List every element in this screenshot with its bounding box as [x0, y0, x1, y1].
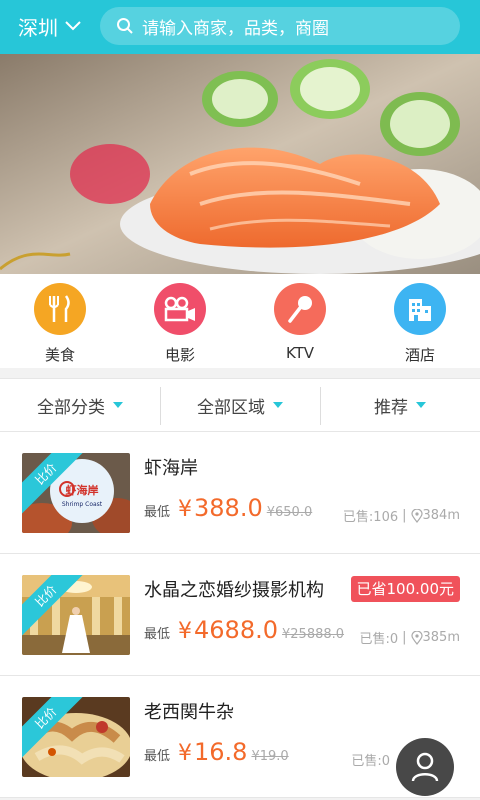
distance: 385m [422, 630, 460, 645]
location-pin-icon [410, 508, 423, 523]
deal-item[interactable]: 比价 水晶之恋婚纱摄影机构 已省100.00元 最低 ¥ 4688.0 ¥258… [0, 554, 480, 676]
filter-category-dropdown[interactable]: 全部分类 [0, 379, 160, 431]
filter-area-dropdown[interactable]: 全部区域 [160, 379, 320, 431]
currency-symbol: ¥ [178, 741, 193, 766]
category-label: KTV [285, 344, 315, 362]
deal-thumbnail: 比价 [22, 697, 130, 777]
sold-count: 已售:106 [342, 510, 399, 525]
city-selector[interactable]: 深圳 [18, 10, 82, 42]
triangle-down-icon [113, 402, 123, 408]
category-label: 美食 [44, 346, 75, 364]
original-price: ¥19.0 [251, 749, 289, 764]
chevron-down-icon [65, 21, 81, 31]
deal-price-row: 最低 ¥ 4688.0 ¥25888.0 [144, 616, 344, 644]
deal-price: 388.0 [194, 494, 263, 522]
search-input[interactable]: 请输入商家，品类，商圈 [100, 7, 460, 45]
sold-count: 已售:0 [359, 632, 399, 647]
price-prefix: 最低 [144, 749, 171, 764]
category-ktv[interactable]: KTV [240, 274, 360, 368]
price-prefix: 最低 [144, 505, 171, 520]
search-icon [117, 18, 133, 34]
city-label: 深圳 [18, 15, 58, 40]
top-bar: 深圳 请输入商家，品类，商圈 [0, 0, 480, 54]
svg-text:Shrimp Coast: Shrimp Coast [62, 501, 103, 508]
deal-meta: 已售:106 | 384m [342, 508, 460, 525]
salmon-sashimi-image [0, 54, 480, 274]
currency-symbol: ¥ [178, 497, 193, 522]
deal-title: 虾海岸 [144, 458, 198, 479]
svg-text:虾海岸: 虾海岸 [66, 483, 99, 497]
location-pin-icon [410, 630, 423, 645]
sold-count: 已售:0 [351, 754, 390, 769]
filter-label: 全部分类 [37, 397, 105, 418]
deal-price-row: 最低 ¥ 388.0 ¥650.0 [144, 494, 312, 522]
microphone-icon [274, 283, 326, 335]
category-label: 酒店 [404, 346, 435, 364]
original-price: ¥25888.0 [282, 627, 345, 642]
price-prefix: 最低 [144, 627, 171, 642]
deal-price: 16.8 [194, 738, 248, 766]
original-price: ¥650.0 [266, 505, 313, 520]
search-placeholder: 请输入商家，品类，商圈 [142, 18, 329, 39]
promo-banner[interactable] [0, 54, 480, 274]
movie-camera-icon [154, 283, 206, 335]
deal-price-row: 最低 ¥ 16.8 ¥19.0 [144, 738, 289, 766]
triangle-down-icon [416, 402, 426, 408]
deal-thumbnail: 虾海岸 Shrimp Coast 比价 [22, 453, 130, 533]
deal-item[interactable]: 虾海岸 Shrimp Coast 比价 虾海岸 最低 ¥ 388.0 ¥650.… [0, 432, 480, 554]
category-bar: 美食 电影 KTV 酒店 [0, 274, 480, 368]
category-hotel[interactable]: 酒店 [360, 274, 480, 368]
currency-symbol: ¥ [178, 619, 193, 644]
filter-label: 推荐 [374, 397, 408, 418]
hotel-building-icon [394, 283, 446, 335]
triangle-down-icon [273, 402, 283, 408]
category-label: 电影 [164, 346, 195, 364]
category-food[interactable]: 美食 [0, 274, 120, 368]
filter-label: 全部区域 [197, 397, 265, 418]
savings-badge: 已省100.00元 [350, 576, 460, 602]
deal-title: 水晶之恋婚纱摄影机构 [144, 580, 324, 601]
user-icon [411, 752, 439, 782]
deal-price: 4688.0 [194, 616, 278, 644]
deal-thumbnail: 比价 [22, 575, 130, 655]
deal-meta: 已售:0 | 385m [359, 630, 460, 647]
filter-sort-dropdown[interactable]: 推荐 [320, 379, 480, 431]
profile-fab-button[interactable] [396, 738, 454, 796]
fork-knife-icon [34, 283, 86, 335]
distance: 384m [422, 508, 460, 523]
category-movie[interactable]: 电影 [120, 274, 240, 368]
filter-bar: 全部分类 全部区域 推荐 [0, 378, 480, 432]
deal-title: 老西関牛杂 [144, 702, 234, 723]
deal-meta: 已售:0 [351, 750, 390, 769]
